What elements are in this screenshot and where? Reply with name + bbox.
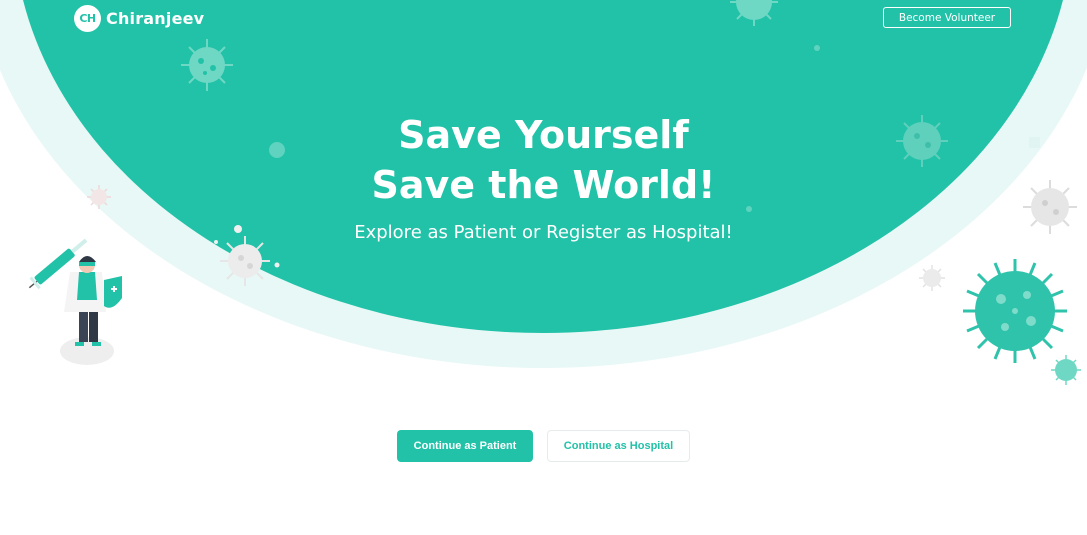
continue-as-patient-button[interactable]: Continue as Patient [397,430,533,462]
continue-as-hospital-button[interactable]: Continue as Hospital [547,430,690,462]
headline-line-2: Save the World! [371,163,716,207]
virus-icon [1051,355,1081,385]
brand-name: Chiranjeev [106,8,205,28]
hero-subline: Explore as Patient or Register as Hospit… [354,222,733,243]
virus-icon [220,236,270,286]
become-volunteer-button[interactable]: Become Volunteer [883,7,1011,28]
doctor-illustration [28,238,122,365]
virus-icon [1023,180,1077,234]
hero-background [0,0,1087,385]
headline-line-1: Save Yourself [398,113,689,157]
hero-headline: Save Yourself Save the World! [300,110,787,210]
virus-icon [963,259,1067,363]
logo-badge: CH [74,4,101,32]
virus-icon [919,265,945,291]
brand-logo[interactable]: CH Chiranjeev [74,4,205,32]
